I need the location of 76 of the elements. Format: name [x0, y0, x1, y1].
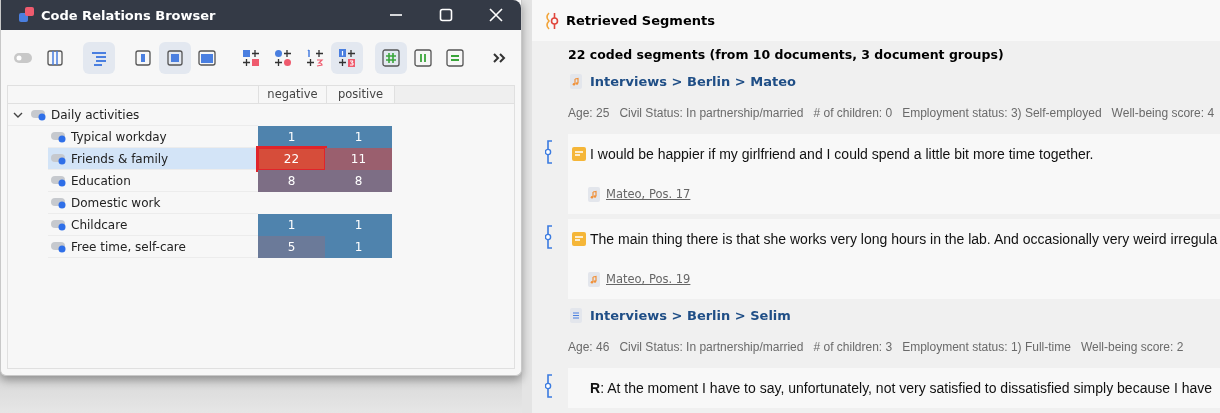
pause-icon	[413, 48, 433, 68]
heatmap-cell[interactable]: 1	[258, 214, 325, 236]
grid-icon	[381, 48, 401, 68]
code-label: Domestic work	[71, 195, 161, 210]
code-label: Typical workday	[71, 129, 167, 144]
window-title: Code Relations Browser	[41, 7, 216, 23]
heatmap-cell[interactable]: 1	[325, 126, 392, 148]
tree-row[interactable]: Friends & family	[48, 148, 258, 170]
document-attribute: Employment status: 1) Full-time	[902, 340, 1071, 354]
document-attribute: # of children: 0	[813, 106, 893, 120]
segments-icon	[544, 11, 560, 30]
code-icon	[31, 108, 47, 121]
heatmap-cell[interactable]: 5	[258, 236, 325, 258]
segment-text: I would be happier if my girlfriend and I could spend a little bit more time together.	[590, 146, 1094, 162]
document-attribute: Well-being score: 2	[1080, 340, 1184, 354]
tree-row[interactable]: Childcare	[48, 214, 258, 236]
code-icon	[51, 174, 67, 187]
segment-text: The main thing there is that she works very long hours in the lab. And occasionally very weird irregula	[590, 231, 1218, 247]
heatmap-cell[interactable]: 22	[258, 148, 325, 170]
audio-document-icon	[588, 271, 600, 287]
code-icon	[51, 240, 67, 253]
source-link[interactable]: Mateo, Pos. 19	[606, 272, 691, 286]
close-icon	[489, 8, 503, 22]
code-label: Education	[71, 173, 131, 188]
code-icon	[51, 152, 67, 165]
code-label: Friends & family	[71, 151, 169, 166]
node-number-box-tool-button[interactable]	[331, 42, 363, 74]
heatmap-cell[interactable]: 8	[258, 170, 325, 192]
code-label: Free time, self-care	[71, 239, 186, 254]
column-header[interactable]: negative	[259, 86, 327, 103]
segment-bracket-icon	[545, 140, 555, 164]
audio-document-icon	[570, 73, 582, 89]
text-document-icon	[570, 307, 582, 323]
segment-bracket-icon	[545, 374, 555, 398]
app-logo-icon	[19, 7, 35, 23]
segment-text: R: At the moment I have to say, unfortunately, not very satisfied to dissatisfied simply because I have	[590, 380, 1213, 396]
square-medium-tool-button[interactable]	[159, 42, 191, 74]
source-link[interactable]: Mateo, Pos. 17	[606, 187, 691, 201]
columns-icon	[45, 48, 65, 68]
node-square-icon	[241, 48, 261, 68]
tree-row[interactable]: Domestic work	[48, 192, 258, 214]
document-attribute: Employment status: 3) Self-employed	[902, 106, 1102, 120]
document-attribute: Age: 46	[568, 340, 610, 354]
document-attribute: Civil Status: In partnership/married	[619, 340, 804, 354]
node-number-icon	[305, 48, 325, 68]
code-label[interactable]: Daily activities	[51, 107, 140, 122]
code-icon	[51, 130, 67, 143]
segment-bracket-icon	[545, 225, 555, 249]
equals-icon	[445, 48, 465, 68]
grid-tool-button[interactable]	[375, 42, 407, 74]
audio-document-icon	[588, 186, 600, 202]
heatmap-cell[interactable]: 1	[258, 126, 325, 148]
heatmap-cell[interactable]: 8	[325, 170, 392, 192]
heatmap-cell[interactable]: 11	[325, 148, 392, 170]
node-number-box-icon	[337, 48, 357, 68]
code-label: Childcare	[71, 217, 128, 232]
square-small-icon	[133, 48, 153, 68]
panel-title: Retrieved Segments	[566, 13, 715, 28]
heatmap-cell[interactable]: 1	[325, 214, 392, 236]
segment-summary: 22 coded segments (from 10 documents, 3 document groups)	[568, 46, 1005, 64]
tree-row[interactable]: Free time, self-care	[48, 236, 258, 258]
tree-row[interactable]: Education	[48, 170, 258, 192]
document-attribute: Well-being score: 4	[1111, 106, 1215, 120]
maximize-icon	[439, 8, 453, 22]
document-attribute: Civil Status: In partnership/married	[619, 106, 804, 120]
document-attribute: Age: 25	[568, 106, 610, 120]
document-attribute: # of children: 3	[813, 340, 893, 354]
tree-tool-button[interactable]	[83, 42, 115, 74]
document-path-link[interactable]: Interviews > Berlin > Selim	[590, 307, 791, 323]
square-medium-icon	[165, 48, 185, 68]
code-icon	[51, 196, 67, 209]
square-large-icon	[197, 48, 217, 68]
document-path-link[interactable]: Interviews > Berlin > Mateo	[590, 73, 796, 89]
node-dot-icon	[273, 48, 293, 68]
heatmap-cell[interactable]: 1	[325, 236, 392, 258]
code-icon	[51, 218, 67, 231]
